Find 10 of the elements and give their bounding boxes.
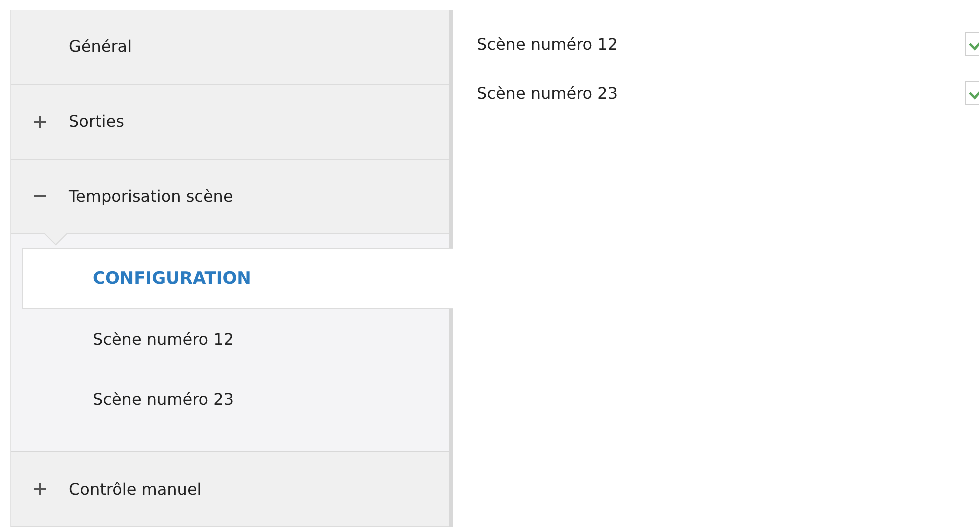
tree-subitem[interactable]: CONFIGURATION: [22, 248, 453, 310]
tree-item[interactable]: Contrôle manuel: [11, 452, 449, 527]
tree-item[interactable]: Sorties: [11, 84, 449, 160]
plus-icon[interactable]: [34, 483, 46, 496]
tree-subitem[interactable]: Scène numéro 23: [22, 369, 449, 430]
tree-item[interactable]: Général: [11, 10, 449, 85]
setting-label: Scène numéro 12: [477, 34, 620, 54]
plus-icon[interactable]: [34, 116, 46, 128]
setting-label: Scène numéro 23: [477, 84, 620, 102]
tree-subitem[interactable]: Scène numéro 12: [22, 309, 449, 370]
